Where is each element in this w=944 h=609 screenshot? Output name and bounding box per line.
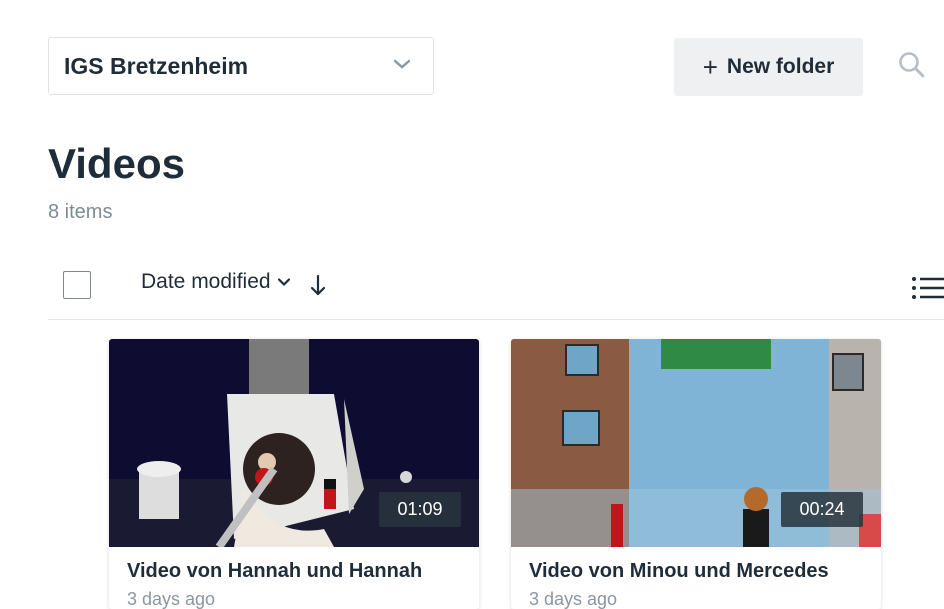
list-view-icon[interactable]	[910, 275, 944, 301]
toolbar-divider	[48, 319, 944, 320]
video-duration: 01:09	[379, 492, 461, 527]
item-count: 8 items	[48, 201, 113, 223]
workspace-select[interactable]: IGS Bretzenheim	[48, 37, 434, 95]
chevron-down-icon	[277, 278, 290, 287]
video-card[interactable]: 00:24 Video von Minou und Mercedes 3 day…	[511, 339, 881, 609]
video-card[interactable]: 01:09 Video von Hannah und Hannah 3 days…	[109, 339, 479, 609]
workspace-name: IGS Bretzenheim	[64, 52, 249, 79]
sort-label: Date modified	[141, 270, 271, 293]
chevron-down-icon	[393, 59, 411, 69]
page-title: Videos	[48, 140, 185, 187]
plus-icon: +	[702, 52, 718, 82]
sort-select[interactable]: Date modified	[141, 270, 291, 294]
new-folder-label: New folder	[726, 55, 835, 78]
video-modified-date: 3 days ago	[529, 589, 618, 609]
new-folder-button[interactable]: + New folder	[674, 38, 863, 96]
arrow-down-icon[interactable]	[308, 274, 328, 298]
video-title: Video von Minou und Mercedes	[529, 560, 829, 582]
select-all-checkbox[interactable]	[63, 271, 91, 299]
video-modified-date: 3 days ago	[127, 589, 216, 609]
video-duration: 00:24	[781, 492, 863, 527]
search-icon[interactable]	[898, 51, 926, 79]
video-title: Video von Hannah und Hannah	[127, 560, 423, 582]
